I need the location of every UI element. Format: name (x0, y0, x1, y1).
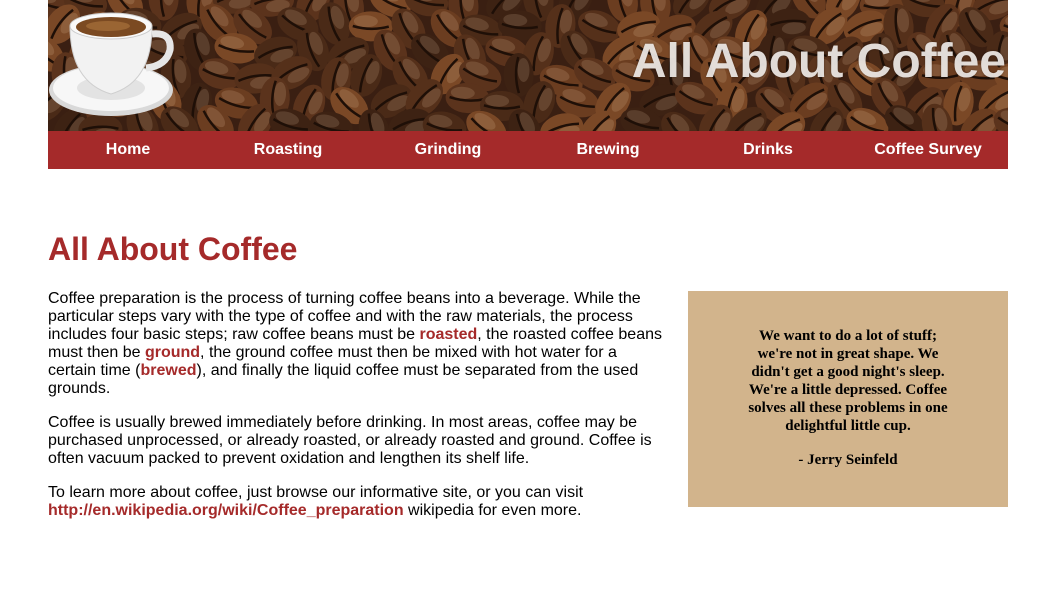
nav-coffee-survey[interactable]: Coffee Survey (848, 131, 1008, 169)
quote-author: - Jerry Seinfeld (798, 452, 898, 468)
nav-roasting[interactable]: Roasting (208, 131, 368, 169)
main-nav: Home Roasting Grinding Brewing Drinks Co… (48, 131, 1008, 169)
nav-drinks[interactable]: Drinks (688, 131, 848, 169)
page-title: All About Coffee (48, 231, 298, 267)
banner-title: All About Coffee (631, 35, 1006, 88)
text-span: To learn more about coffee, just browse … (48, 484, 584, 501)
coffee-cup-icon (49, 12, 174, 116)
quote-text: We want to do a lot of stuff; we're not … (748, 328, 948, 434)
brewing-paragraph: Coffee is usually brewed immediately bef… (48, 414, 652, 467)
intro-paragraph: Coffee preparation is the process of tur… (48, 290, 668, 398)
quote-box: We want to do a lot of stuff; we're not … (688, 291, 1008, 507)
nav-brewing[interactable]: Brewing (528, 131, 688, 169)
text-span: wikipedia for even more. (403, 502, 582, 519)
header-banner: All About Coffee (48, 0, 1008, 131)
ground-link[interactable]: ground (145, 344, 200, 361)
wikipedia-link[interactable]: http://en.wikipedia.org/wiki/Coffee_prep… (48, 502, 404, 519)
nav-home[interactable]: Home (48, 131, 208, 169)
learn-more-paragraph: To learn more about coffee, just browse … (48, 484, 668, 520)
roasted-link[interactable]: roasted (419, 326, 477, 343)
brewed-link[interactable]: brewed (140, 362, 196, 379)
main-content: Coffee preparation is the process of tur… (48, 290, 668, 536)
nav-grinding[interactable]: Grinding (368, 131, 528, 169)
